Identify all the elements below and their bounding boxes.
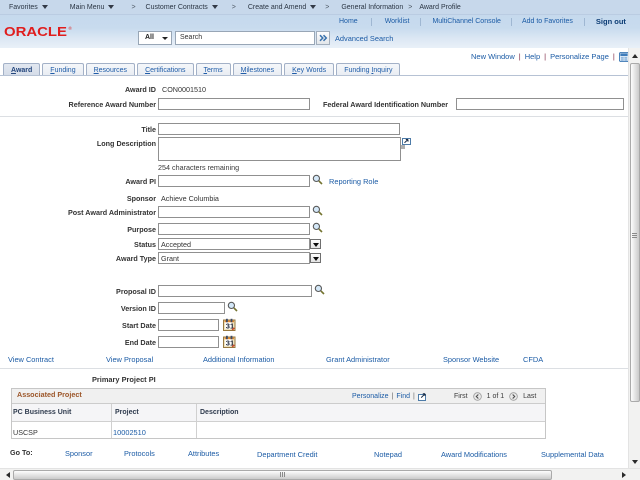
svg-text:ORACLE: ORACLE (4, 25, 67, 39)
svg-text:®: ® (69, 25, 73, 31)
